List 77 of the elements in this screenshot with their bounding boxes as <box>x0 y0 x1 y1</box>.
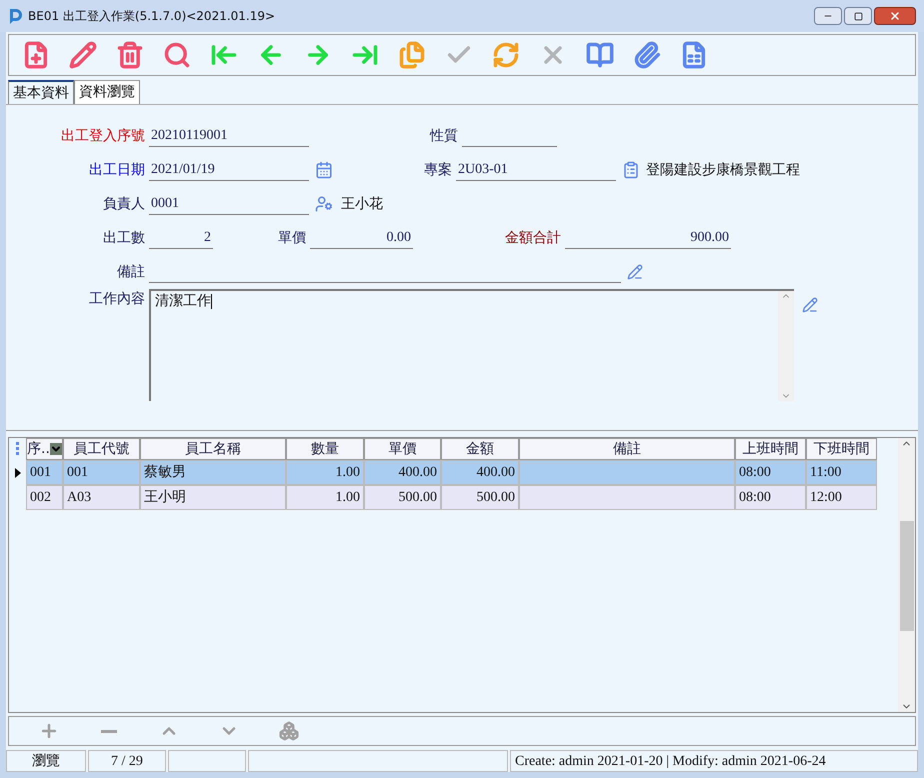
user-icon[interactable] <box>315 195 333 213</box>
close-icon <box>889 10 901 22</box>
refresh-icon <box>492 41 520 69</box>
field-label: 負責人 <box>102 194 146 214</box>
input-field[interactable]: 900.00 <box>565 227 731 249</box>
record-position: 7 / 29 <box>88 750 166 772</box>
column-header[interactable]: 員工代號 <box>63 438 140 460</box>
book-icon <box>586 41 614 69</box>
column-header[interactable]: 序.. <box>26 438 63 460</box>
spreadsheet-icon <box>680 41 708 69</box>
paperclip-icon <box>633 41 661 69</box>
edit-pencil-icon[interactable] <box>802 297 818 313</box>
table-cell: 08:00 <box>735 485 806 510</box>
audit-info: Create: admin 2021-01-20 | Modify: admin 2021-06-24 <box>510 750 918 772</box>
tab[interactable]: 資料瀏覽 <box>74 80 140 104</box>
maximize-button[interactable] <box>844 7 872 25</box>
column-header[interactable]: 上班時間 <box>735 438 806 460</box>
owner-name: 王小花 <box>341 194 383 214</box>
edit-pencil-icon[interactable] <box>627 264 643 280</box>
scrollbar[interactable] <box>898 438 915 712</box>
plus-icon <box>39 721 59 741</box>
input-field[interactable]: 2U03-01 <box>456 159 616 181</box>
field-label: 出工登入序號 <box>60 126 146 146</box>
column-header[interactable]: 數量 <box>286 438 364 460</box>
pencil-icon <box>69 41 97 69</box>
maximize-icon <box>854 12 862 20</box>
calendar-icon[interactable] <box>315 161 333 179</box>
status-mode: 瀏覽 <box>6 750 86 772</box>
table-cell: 400.00 <box>364 460 441 485</box>
table-cell: 王小明 <box>140 485 286 510</box>
column-header[interactable]: 員工名稱 <box>140 438 286 460</box>
input-field[interactable]: 20210119001 <box>149 125 309 147</box>
minus-icon <box>101 730 117 732</box>
table-cell: 12:00 <box>806 485 877 510</box>
blocks-icon <box>279 721 299 741</box>
window-title: BE01 出工登入作業(5.1.7.0)<2021.01.19> <box>28 8 276 25</box>
field-label: 單價 <box>277 228 307 248</box>
field-label: 出工數 <box>102 228 146 248</box>
new-file-icon <box>22 41 50 69</box>
table-cell: 蔡敏男 <box>140 460 286 485</box>
field-label: 出工日期 <box>88 160 146 180</box>
field-label: 備註 <box>116 262 146 282</box>
clipboard-icon[interactable] <box>622 161 640 179</box>
table-cell: 001 <box>26 460 63 485</box>
search-icon <box>163 41 191 69</box>
field-label: 性質 <box>428 126 459 146</box>
table-cell: 002 <box>26 485 63 510</box>
close-button[interactable] <box>874 7 916 25</box>
sort-icon <box>50 443 62 455</box>
column-header[interactable]: 金額 <box>441 438 519 460</box>
table-cell: 11:00 <box>806 460 877 485</box>
table-cell: 500.00 <box>364 485 441 510</box>
column-header[interactable]: 單價 <box>364 438 441 460</box>
table-cell: 1.00 <box>286 460 364 485</box>
input-field[interactable]: 2 <box>149 227 213 249</box>
column-menu-icon[interactable] <box>16 441 20 457</box>
table-cell: 400.00 <box>441 460 519 485</box>
tab[interactable]: 基本資料 <box>8 80 74 104</box>
column-header[interactable]: 備註 <box>519 438 735 460</box>
text-area[interactable]: 清潔工作 <box>149 289 794 401</box>
field-label: 工作內容 <box>88 290 146 309</box>
input-field[interactable]: 0.00 <box>310 227 413 249</box>
input-field[interactable]: 0001 <box>149 193 309 215</box>
scrollbar[interactable] <box>778 291 794 401</box>
trash-icon <box>116 41 144 69</box>
project-name: 登陽建設步康橋景觀工程 <box>646 160 800 180</box>
table-cell: 500.00 <box>441 485 519 510</box>
table-cell: 001 <box>63 460 140 485</box>
table-cell: 08:00 <box>735 460 806 485</box>
table-cell: 1.00 <box>286 485 364 510</box>
column-header[interactable]: 下班時間 <box>806 438 877 460</box>
input-field[interactable]: 2021/01/19 <box>149 159 309 181</box>
table-cell: A03 <box>63 485 140 510</box>
copy-icon <box>398 41 426 69</box>
field-label: 金額合計 <box>504 228 562 248</box>
app-logo-icon <box>8 7 24 25</box>
field-label: 專案 <box>423 160 453 180</box>
